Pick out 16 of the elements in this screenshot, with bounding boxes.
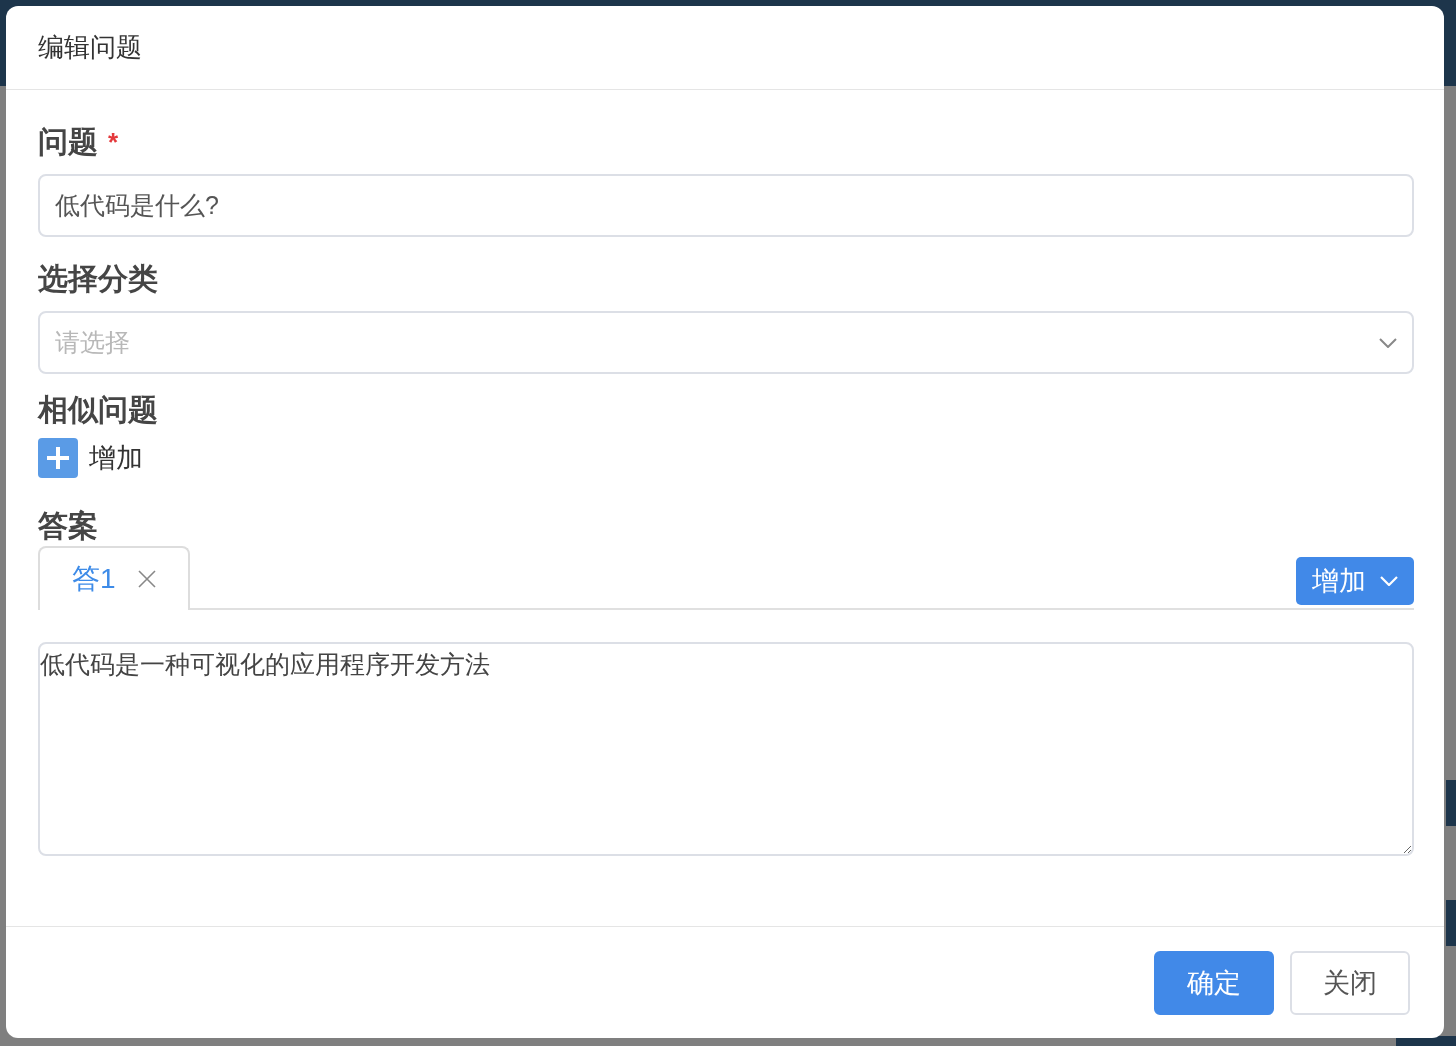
close-button[interactable]: 关闭 [1290,950,1410,1015]
field-label: 答案 [38,507,98,544]
field-label: 问题 [38,123,98,160]
plus-icon[interactable] [38,438,78,478]
field-label: 相似问题 [38,391,158,428]
answer-textarea[interactable]: 低代码是一种可视化的应用程序开发方法 [38,642,1414,856]
field-label: 选择分类 [38,260,158,297]
required-mark: * [108,126,119,158]
close-icon[interactable] [137,570,156,588]
chevron-down-icon [1379,337,1397,348]
question-field[interactable]: 低代码是什么? [38,174,1414,237]
confirm-button[interactable]: 确定 [1154,950,1274,1015]
add-link[interactable]: 增加 [89,440,143,476]
dialog-title: 编辑问题 [38,31,142,64]
chevron-down-icon [1380,576,1398,586]
add-button[interactable]: 增加 [1296,557,1414,605]
